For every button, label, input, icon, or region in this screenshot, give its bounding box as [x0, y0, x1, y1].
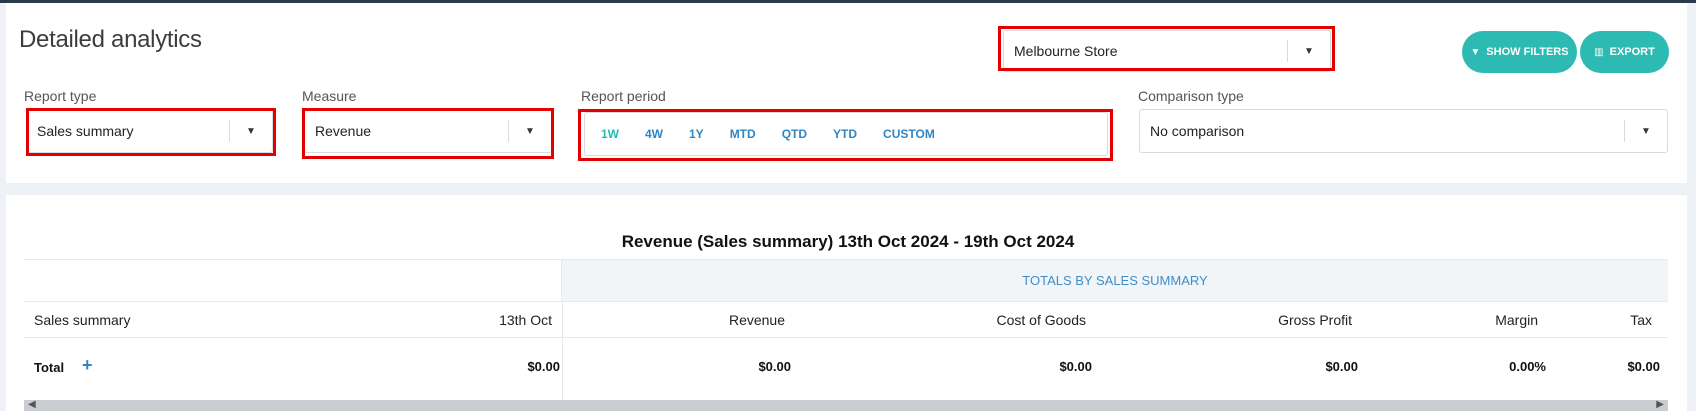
- total-gross-profit-value: $0.00: [1325, 359, 1358, 374]
- report-title: Revenue (Sales summary) 13th Oct 2024 - …: [621, 232, 1075, 251]
- chevron-down-icon[interactable]: ▼: [1625, 126, 1667, 137]
- chevron-down-icon[interactable]: ▼: [230, 126, 272, 137]
- total-margin-value: 0.00%: [1509, 359, 1546, 374]
- bar-chart-icon: ▥: [1594, 46, 1604, 58]
- column-header-margin[interactable]: Margin: [1495, 312, 1538, 328]
- period-4w-button[interactable]: 4W: [645, 127, 663, 141]
- total-revenue-value: $0.00: [758, 359, 791, 374]
- store-select-value: Melbourne Store: [1014, 43, 1118, 59]
- report-table: TOTALS BY SALES SUMMARY Sales summary 13…: [24, 259, 1668, 400]
- comparison-type-label: Comparison type: [1138, 88, 1244, 104]
- measure-label: Measure: [302, 88, 357, 104]
- period-custom-button[interactable]: CUSTOM: [883, 127, 935, 141]
- report-type-value: Sales summary: [37, 123, 134, 139]
- comparison-type-value: No comparison: [1150, 123, 1245, 139]
- report-period-group: 1W 4W 1Y MTD QTD YTD CUSTOM: [584, 112, 1108, 156]
- total-tax-value: $0.00: [1627, 359, 1660, 374]
- column-header-tax[interactable]: Tax: [1630, 312, 1652, 328]
- column-header-sales-summary[interactable]: Sales summary: [34, 312, 130, 328]
- comparison-type-select[interactable]: No comparison ▼: [1139, 109, 1668, 153]
- column-header-gross-profit[interactable]: Gross Profit: [1278, 312, 1352, 328]
- group-header-totals: TOTALS BY SALES SUMMARY: [562, 260, 1668, 301]
- total-row-label: Total: [34, 360, 65, 375]
- filters-panel: [6, 3, 1687, 183]
- plus-icon[interactable]: +: [82, 355, 93, 376]
- group-header-spacer: [24, 260, 562, 301]
- table-row: Total + $0.00 $0.00 $0.00 $0.00 0.00% $0…: [24, 338, 1668, 400]
- total-date-value: $0.00: [527, 359, 560, 374]
- period-1w-button[interactable]: 1W: [601, 127, 619, 141]
- report-type-select[interactable]: Sales summary ▼: [26, 109, 273, 153]
- chevron-down-icon[interactable]: ▼: [509, 126, 551, 137]
- period-1y-button[interactable]: 1Y: [689, 127, 704, 141]
- period-qtd-button[interactable]: QTD: [782, 127, 807, 141]
- report-type-label: Report type: [24, 88, 97, 104]
- chevron-down-icon[interactable]: ▼: [1288, 46, 1330, 57]
- page-title: Detailed analytics: [19, 26, 202, 53]
- show-filters-label: SHOW FILTERS: [1486, 46, 1569, 58]
- column-header-row: Sales summary 13th Oct Revenue Cost of G…: [24, 301, 1668, 338]
- period-ytd-button[interactable]: YTD: [833, 127, 857, 141]
- column-header-cost-of-goods[interactable]: Cost of Goods: [997, 312, 1087, 328]
- period-mtd-button[interactable]: MTD: [730, 127, 756, 141]
- total-cost-of-goods-value: $0.00: [1059, 359, 1092, 374]
- chevron-right-icon[interactable]: ▶: [1656, 399, 1664, 410]
- horizontal-scrollbar[interactable]: ◀ ▶: [24, 399, 1668, 411]
- store-select[interactable]: Melbourne Store ▼: [1003, 30, 1331, 72]
- measure-select[interactable]: Revenue ▼: [304, 109, 552, 153]
- measure-value: Revenue: [315, 123, 372, 139]
- group-header-label: TOTALS BY SALES SUMMARY: [1022, 273, 1208, 288]
- report-period-label: Report period: [581, 88, 666, 104]
- filter-icon: ▼: [1470, 46, 1481, 58]
- column-header-date[interactable]: 13th Oct: [499, 312, 552, 328]
- chevron-left-icon[interactable]: ◀: [28, 399, 36, 410]
- export-button[interactable]: ▥ EXPORT: [1580, 31, 1669, 73]
- export-label: EXPORT: [1609, 46, 1655, 58]
- show-filters-button[interactable]: ▼ SHOW FILTERS: [1462, 31, 1577, 73]
- column-header-revenue[interactable]: Revenue: [729, 312, 785, 328]
